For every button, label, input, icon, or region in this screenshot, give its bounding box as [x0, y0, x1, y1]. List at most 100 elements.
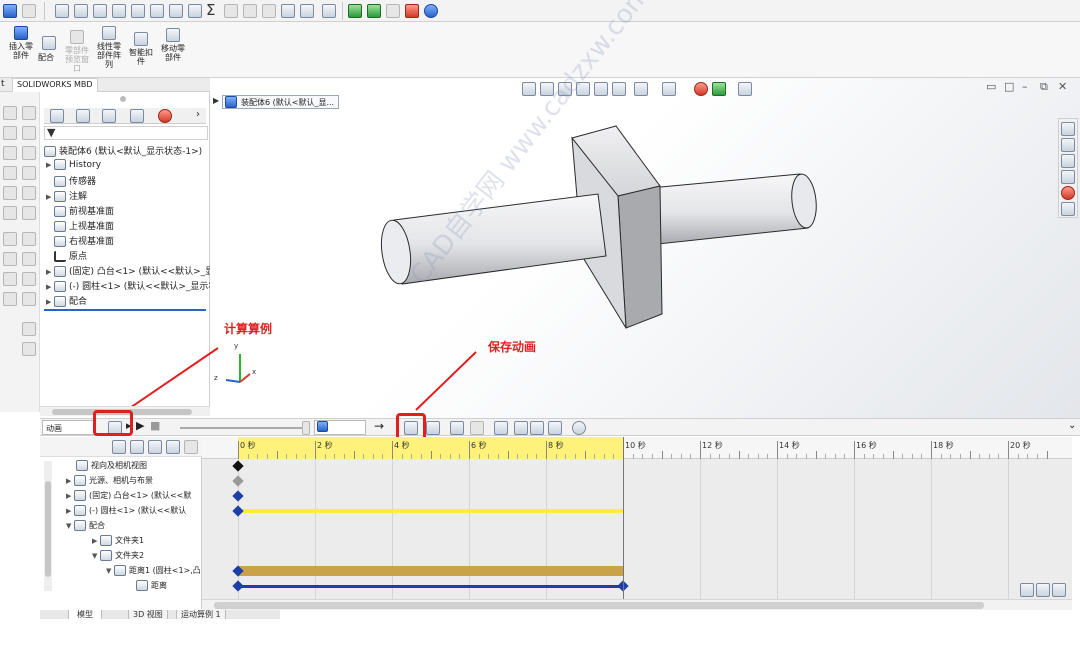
expand-icon[interactable]: ▶ — [46, 268, 54, 276]
study-properties-icon[interactable] — [572, 421, 586, 435]
contact-icon[interactable] — [530, 421, 544, 435]
collapse-icon[interactable]: ▼ — [106, 567, 114, 575]
sum-icon[interactable]: Σ — [206, 1, 215, 19]
move-component-button[interactable]: 移动零 部件 — [158, 26, 188, 74]
animation-wizard-icon[interactable] — [426, 421, 440, 435]
filter-selected-icon[interactable] — [166, 440, 180, 454]
side-tool-icon[interactable] — [22, 166, 36, 180]
smart-fastener-button[interactable]: 智能扣 件 — [126, 26, 156, 74]
side-tool-icon[interactable] — [3, 186, 17, 200]
linear-pattern-button[interactable]: 线性零 部件阵 列 — [94, 26, 124, 74]
stop-icon[interactable] — [405, 4, 419, 18]
tab-3d-view[interactable]: 3D 视图 — [128, 610, 168, 619]
motion-tree-view-camera[interactable]: 视向及相机视图 — [76, 460, 147, 474]
keyframe-boss[interactable] — [232, 490, 244, 502]
dimxpert-tab-icon[interactable] — [130, 109, 144, 123]
keyframe-view-camera[interactable] — [232, 460, 244, 472]
side-tool-icon[interactable] — [22, 126, 36, 140]
rollback-bar[interactable] — [44, 309, 206, 311]
collapse-icon[interactable]: ▼ — [66, 522, 74, 530]
motion-tree-vscroll-thumb[interactable] — [45, 481, 51, 577]
motion-tree-lights[interactable]: ▶ 光源、相机与布景 — [66, 475, 153, 489]
side-tool-icon[interactable] — [22, 232, 36, 246]
playback-speed-select[interactable] — [314, 420, 366, 435]
expand-icon[interactable]: ▶ — [66, 492, 74, 500]
expand-icon[interactable]: ▶ — [92, 537, 100, 545]
mate-button[interactable]: 配合 — [38, 26, 60, 74]
side-tool-icon[interactable] — [22, 292, 36, 306]
tab-motion-study-1[interactable]: 运动算例 1 — [176, 610, 226, 619]
side-tool-icon[interactable] — [3, 126, 17, 140]
timeline-hscroll-thumb[interactable] — [214, 602, 984, 609]
study-type-select[interactable]: 动画 — [42, 420, 96, 435]
bom-icon[interactable] — [281, 4, 295, 18]
motion-tree-folder1[interactable]: ▶ 文件夹1 — [92, 535, 144, 549]
keyframe-lights[interactable] — [232, 475, 244, 487]
side-tool-icon[interactable] — [3, 292, 17, 306]
resources-icon[interactable] — [1061, 122, 1075, 136]
panel-collapse-handle[interactable] — [120, 96, 126, 102]
add-key-icon[interactable] — [470, 421, 484, 435]
panel-scroll-right-icon[interactable]: › — [196, 109, 200, 120]
side-tool-icon[interactable] — [22, 322, 36, 336]
configuration-tab-icon[interactable] — [102, 109, 116, 123]
zoom-in-icon[interactable] — [1036, 583, 1050, 597]
zoom-to-fit-icon[interactable] — [1020, 583, 1034, 597]
component-preview-button[interactable]: 零部件 预览窗 口 — [62, 26, 92, 74]
track-bar-cylinder[interactable] — [238, 509, 623, 513]
assembly-model[interactable] — [210, 78, 1080, 418]
mass-properties-icon[interactable] — [150, 4, 164, 18]
display-manager-tab-icon[interactable] — [158, 109, 172, 123]
side-tool-icon[interactable] — [22, 106, 36, 120]
side-tool-icon[interactable] — [22, 206, 36, 220]
section-view-icon[interactable] — [112, 4, 126, 18]
tab-model[interactable]: 模型 — [68, 610, 102, 619]
filter-icon[interactable] — [112, 440, 126, 454]
timeline-end-marker[interactable] — [623, 437, 624, 599]
autokey-icon[interactable] — [450, 421, 464, 435]
tree-item-front-plane[interactable]: 前视基准面 — [46, 204, 114, 218]
filter-results-icon[interactable] — [184, 440, 198, 454]
motor-icon[interactable] — [494, 421, 508, 435]
keyframe-distance-start[interactable] — [232, 580, 244, 592]
track-bar-distance1[interactable] — [238, 566, 623, 576]
side-tool-icon[interactable] — [3, 206, 17, 220]
side-tool-icon[interactable] — [22, 146, 36, 160]
play-icon[interactable]: ▶ — [136, 419, 144, 432]
expand-icon[interactable]: ▶ — [46, 283, 54, 291]
tree-item-annotations[interactable]: ▶ 注解 — [46, 189, 87, 203]
side-tool-icon[interactable] — [3, 232, 17, 246]
side-tool-icon[interactable] — [22, 272, 36, 286]
help-icon[interactable] — [424, 4, 438, 18]
assembly-xpert-icon[interactable] — [300, 4, 314, 18]
explode-icon[interactable] — [262, 4, 276, 18]
file-explorer-icon[interactable] — [1061, 154, 1075, 168]
timeline-area[interactable]: 0 秒2 秒4 秒6 秒8 秒 10 秒 12 秒 14 秒 16 秒 18 秒 20 秒 — [202, 437, 1072, 599]
side-tool-icon[interactable] — [3, 166, 17, 180]
side-tool-icon[interactable] — [22, 252, 36, 266]
playback-slider[interactable] — [180, 427, 304, 429]
gravity-icon[interactable] — [548, 421, 562, 435]
filter-icon[interactable]: ▼ — [47, 126, 55, 139]
tree-item-history[interactable]: ▶ History — [46, 159, 101, 173]
expand-icon[interactable]: ▶ — [46, 161, 54, 169]
tree-item-origin[interactable]: 原点 — [46, 249, 87, 263]
timeline-hscroll[interactable] — [202, 599, 1072, 610]
window-icon[interactable] — [22, 4, 36, 18]
tree-item-right-plane[interactable]: 右视基准面 — [46, 234, 114, 248]
check-icon[interactable] — [169, 4, 183, 18]
custom-properties-icon[interactable] — [1061, 202, 1075, 216]
undo-icon[interactable] — [55, 4, 69, 18]
tree-item-cylinder[interactable]: ▶ (-) 圆柱<1> (默认<<默认>_显示状态 — [46, 279, 226, 293]
keyframe-cylinder[interactable] — [232, 505, 244, 517]
tree-item-top-plane[interactable]: 上视基准面 — [46, 219, 114, 233]
arrow-right-icon[interactable]: → — [374, 419, 384, 433]
stop-icon[interactable]: ■ — [150, 419, 160, 432]
motion-tree-vscroll[interactable] — [44, 461, 52, 591]
expand-icon[interactable]: ▶ — [66, 477, 74, 485]
side-tool-icon[interactable] — [22, 186, 36, 200]
tab-features[interactable]: t — [1, 79, 5, 89]
tree-root[interactable]: 装配体6 (默认<默认_显示状态-1>) — [44, 144, 202, 158]
motion-tree-mates[interactable]: ▼ 配合 — [66, 520, 105, 534]
insert-component-button[interactable]: 插入零 部件 — [6, 26, 36, 74]
